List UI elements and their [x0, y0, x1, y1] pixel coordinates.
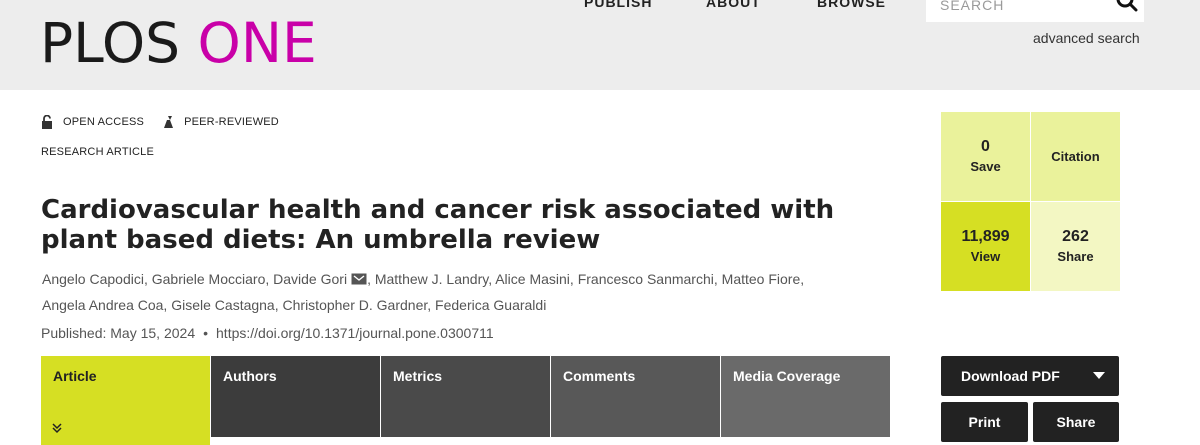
chevron-down-icon — [52, 423, 62, 434]
tab-media-coverage[interactable]: Media Coverage — [721, 356, 890, 437]
nav-browse[interactable]: BROWSE — [817, 0, 886, 10]
share-label: Share — [1057, 248, 1094, 264]
author-link[interactable]: Federica Guaraldi — [435, 297, 546, 313]
save-metric[interactable]: 0 Save — [941, 112, 1030, 201]
search-input[interactable] — [940, 0, 1100, 16]
author-link[interactable]: Davide Gori, — [273, 271, 371, 287]
search-box — [926, 0, 1144, 22]
plos-one-logo[interactable]: PLOS ONE — [40, 12, 317, 74]
author-link[interactable]: Matthew J. Landry, — [375, 271, 492, 287]
peer-reviewed-label: PEER-REVIEWED — [184, 116, 279, 128]
print-button[interactable]: Print — [941, 402, 1028, 442]
article-type-label: RESEARCH ARTICLE — [41, 146, 155, 158]
author-link[interactable]: Angela Andrea Coa, — [42, 297, 167, 313]
tab-article[interactable]: Article — [41, 356, 210, 445]
tab-article-label: Article — [53, 368, 97, 384]
peer-reviewed-icon — [164, 116, 174, 128]
view-metric[interactable]: 11,899 View — [941, 202, 1030, 291]
share-metric[interactable]: 262 Share — [1031, 202, 1120, 291]
doi-link[interactable]: https://doi.org/10.1371/journal.pone.030… — [216, 325, 494, 341]
author-link[interactable]: Alice Masini, — [495, 271, 574, 287]
save-label: Save — [970, 158, 1001, 174]
download-pdf-button[interactable]: Download PDF — [941, 356, 1119, 396]
share-button[interactable]: Share — [1033, 402, 1119, 442]
citation-label: Citation — [1051, 148, 1100, 164]
open-access-label: OPEN ACCESS — [63, 116, 145, 128]
tab-comments[interactable]: Comments — [551, 356, 720, 437]
view-label: View — [970, 248, 1001, 264]
email-icon[interactable] — [351, 273, 367, 285]
publication-info: Published: May 15, 2024 • https://doi.org/… — [41, 325, 494, 341]
author-link[interactable]: Christopher D. Gardner, — [283, 297, 432, 313]
logo-plos-text: PLOS — [40, 11, 181, 75]
author-link[interactable]: Matteo Fiore, — [722, 271, 804, 287]
save-count: 0 — [981, 137, 990, 155]
search-icon[interactable] — [1116, 0, 1138, 12]
logo-one-text: ONE — [197, 11, 317, 75]
article-tabs: Article Authors Metrics Comments Media C… — [41, 356, 891, 445]
share-count: 262 — [1062, 227, 1089, 245]
author-list: Angelo Capodici, Gabriele Mocciaro, Davi… — [42, 266, 902, 318]
tab-authors[interactable]: Authors — [211, 356, 380, 437]
separator-dot: • — [203, 325, 209, 341]
access-badges: OPEN ACCESS PEER-REVIEWED — [41, 114, 279, 130]
view-count: 11,899 — [961, 227, 1010, 245]
author-link[interactable]: Angelo Capodici, — [42, 271, 148, 287]
author-link[interactable]: Gisele Castagna, — [171, 297, 278, 313]
article-title: Cardiovascular health and cancer risk as… — [41, 195, 835, 255]
nav-publish[interactable]: PUBLISH — [584, 0, 652, 10]
author-name: Davide Gori — [273, 271, 348, 287]
author-link[interactable]: Gabriele Mocciaro, — [152, 271, 270, 287]
site-header: PLOS ONE PUBLISH ABOUT BROWSE advanced s… — [0, 0, 1200, 90]
citation-metric[interactable]: Citation — [1031, 112, 1120, 201]
published-date: Published: May 15, 2024 — [41, 325, 196, 341]
tab-metrics[interactable]: Metrics — [381, 356, 550, 437]
open-lock-icon — [42, 115, 52, 129]
advanced-search-link[interactable]: advanced search — [1033, 30, 1140, 46]
author-link[interactable]: Francesco Sanmarchi, — [578, 271, 718, 287]
caret-down-icon[interactable] — [1093, 372, 1105, 379]
download-pdf-label: Download PDF — [961, 368, 1060, 384]
nav-about[interactable]: ABOUT — [706, 0, 761, 10]
